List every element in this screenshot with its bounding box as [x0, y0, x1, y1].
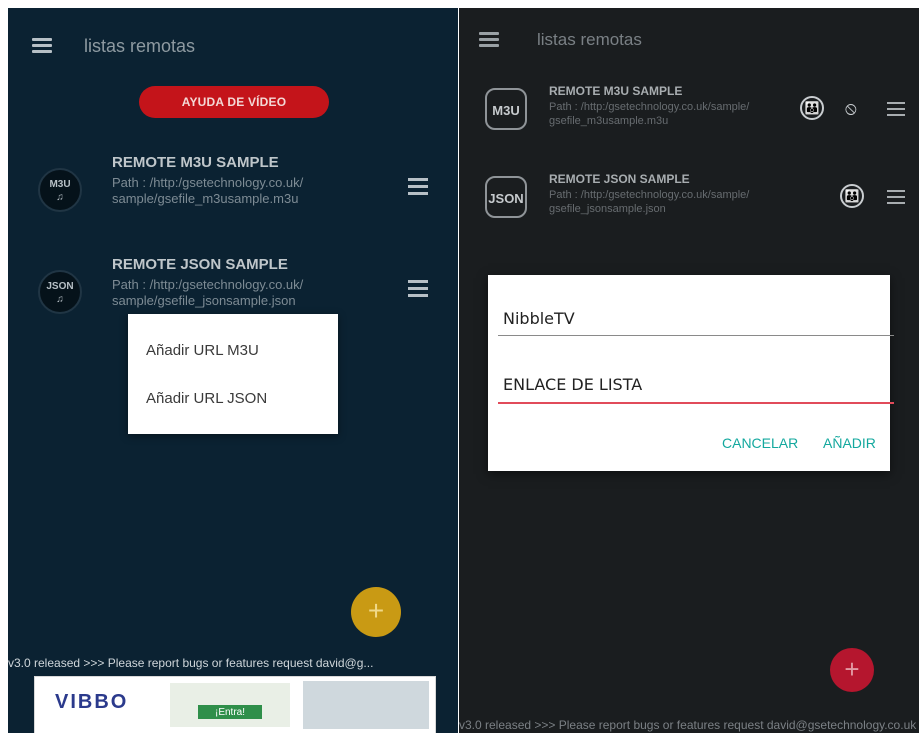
list-item[interactable]: M3U ♫ REMOTE M3U SAMPLE Path : /http:/gs… [8, 154, 458, 224]
add-fab-button[interactable]: + [830, 648, 874, 692]
ad-banner[interactable]: VIBBO ¡Entra! [34, 676, 436, 733]
news-ticker: v3.0 released >>> Please report bugs or … [8, 656, 374, 670]
ad-panel: ¡Entra! [170, 683, 290, 727]
toolbar: listas remotas [8, 8, 458, 70]
list-link-value: ENLACE DE LISTA [503, 375, 643, 394]
cancel-button[interactable]: CANCELAR [722, 435, 798, 451]
page-title: listas remotas [537, 30, 642, 49]
hidden-eye-icon[interactable]: ⦸ [845, 99, 871, 117]
badge-label: M3U [49, 179, 71, 190]
parental-icon[interactable]: 👪 [840, 184, 864, 208]
list-path: Path : /http:/gsetechnology.co.uk/ sampl… [112, 277, 304, 308]
list-name: REMOTE M3U SAMPLE [549, 84, 683, 98]
m3u-badge-icon: M3U [485, 88, 527, 130]
list-item[interactable]: M3U REMOTE M3U SAMPLE Path : /http:/gset… [459, 82, 919, 162]
parental-icon[interactable]: 👪 [800, 96, 824, 120]
add-fab-button[interactable]: + [351, 587, 401, 637]
list-item[interactable]: JSON REMOTE JSON SAMPLE Path : /http:/gs… [459, 170, 919, 250]
list-name: REMOTE JSON SAMPLE [549, 172, 690, 186]
menu-item-add-m3u[interactable]: Añadir URL M3U [146, 342, 259, 359]
music-note-icon: ♫ [56, 192, 64, 203]
toolbar: listas remotas [459, 8, 919, 70]
page-title: listas remotas [84, 36, 196, 56]
add-url-popup-menu: Añadir URL M3U Añadir URL JSON [128, 314, 338, 434]
menu-item-add-json[interactable]: Añadir URL JSON [146, 390, 267, 407]
json-badge-icon: JSON [485, 176, 527, 218]
overflow-menu-icon[interactable] [887, 190, 905, 208]
ad-image [303, 681, 429, 729]
plus-icon: + [844, 654, 860, 684]
menu-icon[interactable] [479, 32, 499, 48]
field-underline-focused [498, 402, 894, 404]
list-path: Path : /http:/gsetechnology.co.uk/sample… [549, 189, 750, 215]
overflow-menu-icon[interactable] [887, 102, 905, 120]
plus-icon: + [367, 595, 385, 626]
add-list-dialog: NibbleTV ENLACE DE LISTA CANCELAR AÑADIR [488, 275, 894, 471]
news-ticker: v3.0 released >>> Please report bugs or … [459, 718, 917, 732]
json-badge-icon: JSON ♫ [38, 270, 82, 314]
list-path: Path : /http:/gsetechnology.co.uk/sample… [549, 101, 750, 127]
list-name-value: NibbleTV [503, 309, 575, 328]
video-help-button[interactable]: AYUDA DE VÍDEO [139, 86, 329, 118]
music-note-icon: ♫ [56, 294, 64, 305]
list-name: REMOTE M3U SAMPLE [112, 154, 279, 171]
overflow-menu-icon[interactable] [408, 280, 428, 301]
list-name: REMOTE JSON SAMPLE [112, 256, 288, 273]
ad-button-label: ¡Entra! [214, 707, 245, 718]
overflow-menu-icon[interactable] [408, 178, 428, 199]
menu-icon[interactable] [32, 38, 52, 54]
field-underline [498, 335, 894, 336]
add-button[interactable]: AÑADIR [823, 435, 876, 451]
m3u-badge-icon: M3U ♫ [38, 168, 82, 212]
list-path: Path : /http:/gsetechnology.co.uk/ sampl… [112, 175, 304, 206]
badge-label: JSON [46, 281, 74, 292]
right-screen: listas remotas M3U REMOTE M3U SAMPLE Pat… [459, 8, 919, 733]
ad-logo: VIBBO [55, 691, 129, 713]
left-screen: listas remotas AYUDA DE VÍDEO M3U ♫ REMO… [8, 8, 458, 733]
